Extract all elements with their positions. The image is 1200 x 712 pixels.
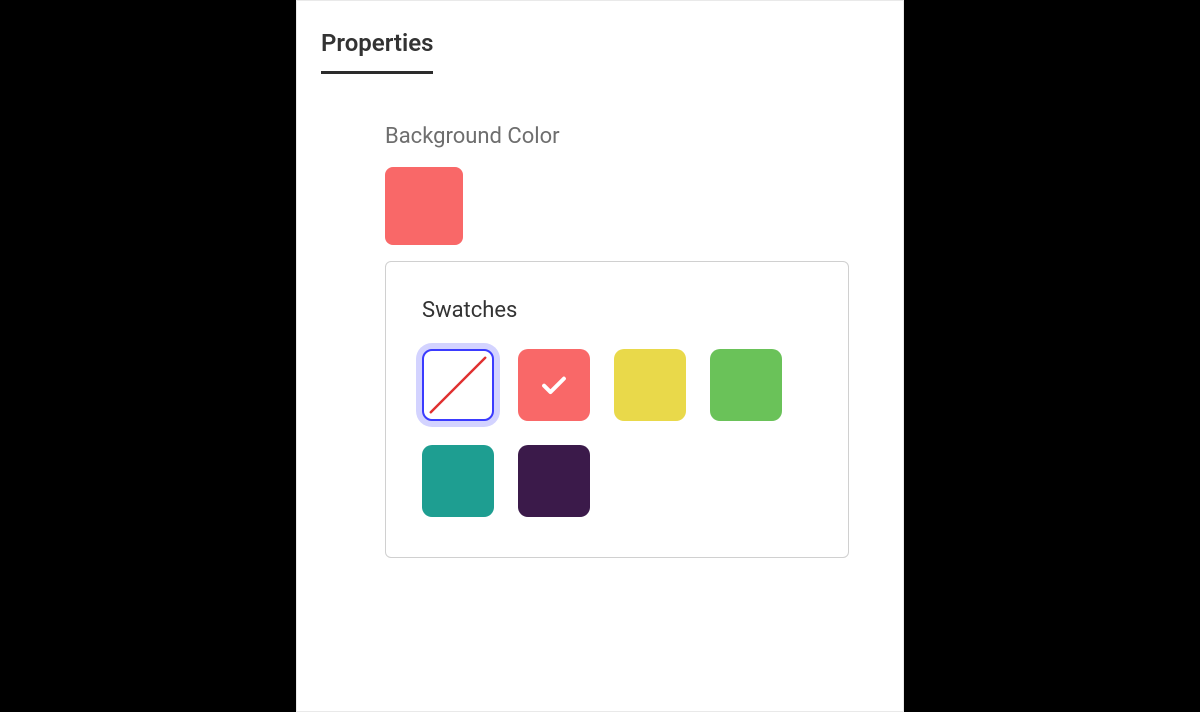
swatch-teal[interactable]: [422, 445, 494, 517]
checkmark-icon: [537, 368, 571, 402]
panel-body: Background Color Swatches: [321, 124, 879, 558]
swatch-purple[interactable]: [518, 445, 590, 517]
field-label-background-color: Background Color: [385, 124, 879, 149]
tab-properties[interactable]: Properties: [321, 29, 433, 74]
background-color-well[interactable]: [385, 167, 463, 245]
swatch-coral[interactable]: [518, 349, 590, 421]
popover-title: Swatches: [422, 298, 812, 323]
swatches-popover: Swatches: [385, 261, 849, 558]
swatch-green[interactable]: [710, 349, 782, 421]
swatch-yellow[interactable]: [614, 349, 686, 421]
swatch-grid: [422, 349, 812, 517]
no-color-icon: [423, 350, 493, 420]
swatch-none[interactable]: [422, 349, 494, 421]
properties-panel: Properties Background Color Swatches: [296, 0, 904, 712]
